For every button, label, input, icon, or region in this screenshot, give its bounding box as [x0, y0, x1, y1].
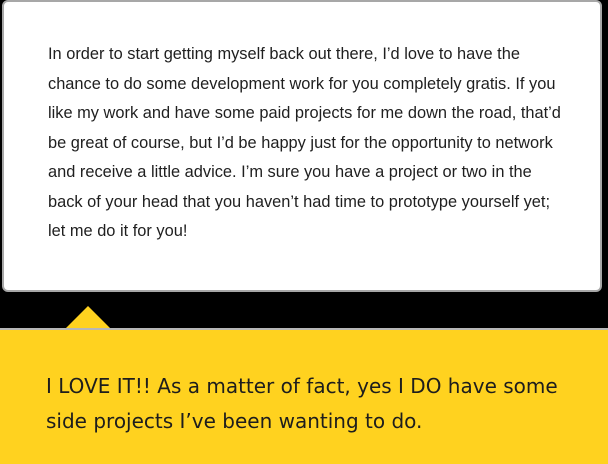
top-panel: In order to start getting myself back ou…: [0, 0, 608, 306]
email-body-text: In order to start getting myself back ou…: [48, 45, 561, 240]
reply-callout: I LOVE IT!! As a matter of fact, yes I D…: [0, 328, 608, 464]
email-card: In order to start getting myself back ou…: [2, 0, 602, 292]
speech-bubble-pointer: [66, 306, 110, 328]
reply-text: I LOVE IT!! As a matter of fact, yes I D…: [46, 374, 558, 433]
